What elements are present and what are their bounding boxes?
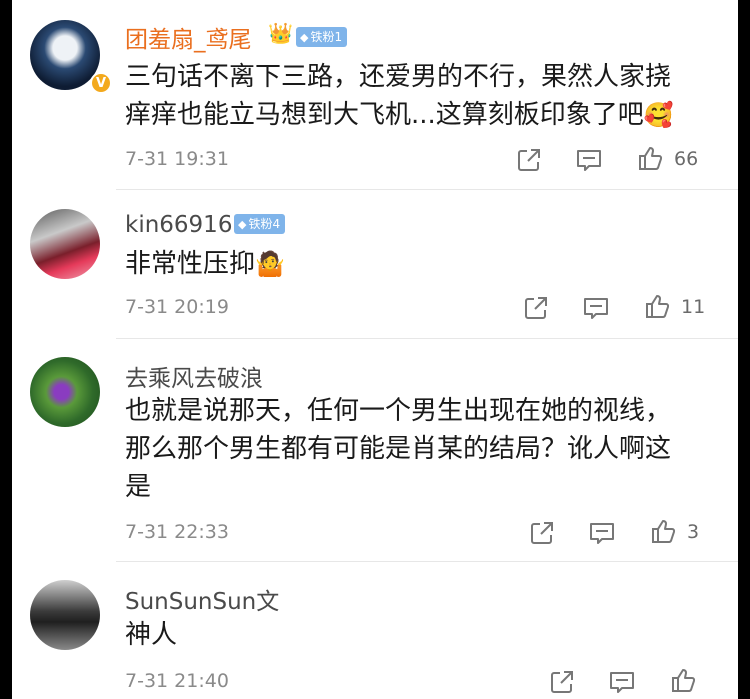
like-count: 66 xyxy=(674,148,699,170)
comment-icon[interactable] xyxy=(582,294,610,322)
share-icon[interactable] xyxy=(528,519,556,547)
username[interactable]: 去乘风去破浪 xyxy=(125,359,263,393)
comment-item: kin66916 ◆ 铁粉4 非常性压抑🤷 7-31 20:19 11 xyxy=(12,190,738,338)
comment-icon[interactable] xyxy=(608,668,636,696)
comment-text-line: 那么那个男生都有可能是肖某的结局？讹人啊这 xyxy=(125,434,672,464)
emoji-icon: 🤷 xyxy=(255,250,285,278)
comment-item: V 团羞扇_鸢尾 👑 ◆ 铁粉1 三句话不离下三路，还爱男的不行，果然人家挠 痒痒… xyxy=(12,0,738,190)
fan-badge[interactable]: ◆ 铁粉1 xyxy=(296,27,348,47)
comment-text-line: 神人 xyxy=(125,620,178,650)
comment-icon[interactable] xyxy=(588,519,616,547)
thumbs-up-icon[interactable] xyxy=(669,666,697,694)
fan-badge[interactable]: ◆ 铁粉4 xyxy=(234,214,286,234)
comment-text-line: 也就是说那天，任何一个男生出现在她的视线， xyxy=(125,396,672,426)
comment-item: 去乘风去破浪 也就是说那天，任何一个男生出现在她的视线， 那么那个男生都有可能是… xyxy=(12,339,738,561)
comment-text-line: 痒痒也能立马想到大飞机...这算刻板印象了吧🥰 xyxy=(125,100,674,130)
timestamp: 7-31 19:31 xyxy=(125,148,229,170)
like-count: 11 xyxy=(681,296,706,318)
comment-text-line: 三句话不离下三路，还爱男的不行，果然人家挠 xyxy=(125,62,672,92)
comment-icon[interactable] xyxy=(575,146,603,174)
avatar[interactable] xyxy=(30,357,100,427)
comment-list: V 团羞扇_鸢尾 👑 ◆ 铁粉1 三句话不离下三路，还爱男的不行，果然人家挠 痒痒… xyxy=(12,0,738,699)
like-count: 3 xyxy=(687,521,700,543)
timestamp: 7-31 20:19 xyxy=(125,296,229,318)
avatar[interactable] xyxy=(30,209,100,279)
share-icon[interactable] xyxy=(515,146,543,174)
thumbs-up-icon[interactable] xyxy=(643,292,671,320)
share-icon[interactable] xyxy=(522,294,550,322)
username[interactable]: 团羞扇_鸢尾 xyxy=(125,20,252,54)
username[interactable]: kin66916 xyxy=(125,212,232,238)
comment-text-line: 是 xyxy=(125,472,152,502)
comment-item: SunSunSun文 神人 7-31 21:40 xyxy=(12,562,738,699)
timestamp: 7-31 22:33 xyxy=(125,521,229,543)
share-icon[interactable] xyxy=(548,668,576,696)
verified-badge-icon: V xyxy=(90,72,112,94)
timestamp: 7-31 21:40 xyxy=(125,670,229,692)
crown-icon: 👑 xyxy=(268,21,293,45)
emoji-icon: 🥰 xyxy=(643,101,674,129)
username[interactable]: SunSunSun文 xyxy=(125,582,279,616)
thumbs-up-icon[interactable] xyxy=(649,517,677,545)
avatar[interactable] xyxy=(30,580,100,650)
comment-text-line: 非常性压抑🤷 xyxy=(125,249,285,279)
thumbs-up-icon[interactable] xyxy=(636,144,664,172)
